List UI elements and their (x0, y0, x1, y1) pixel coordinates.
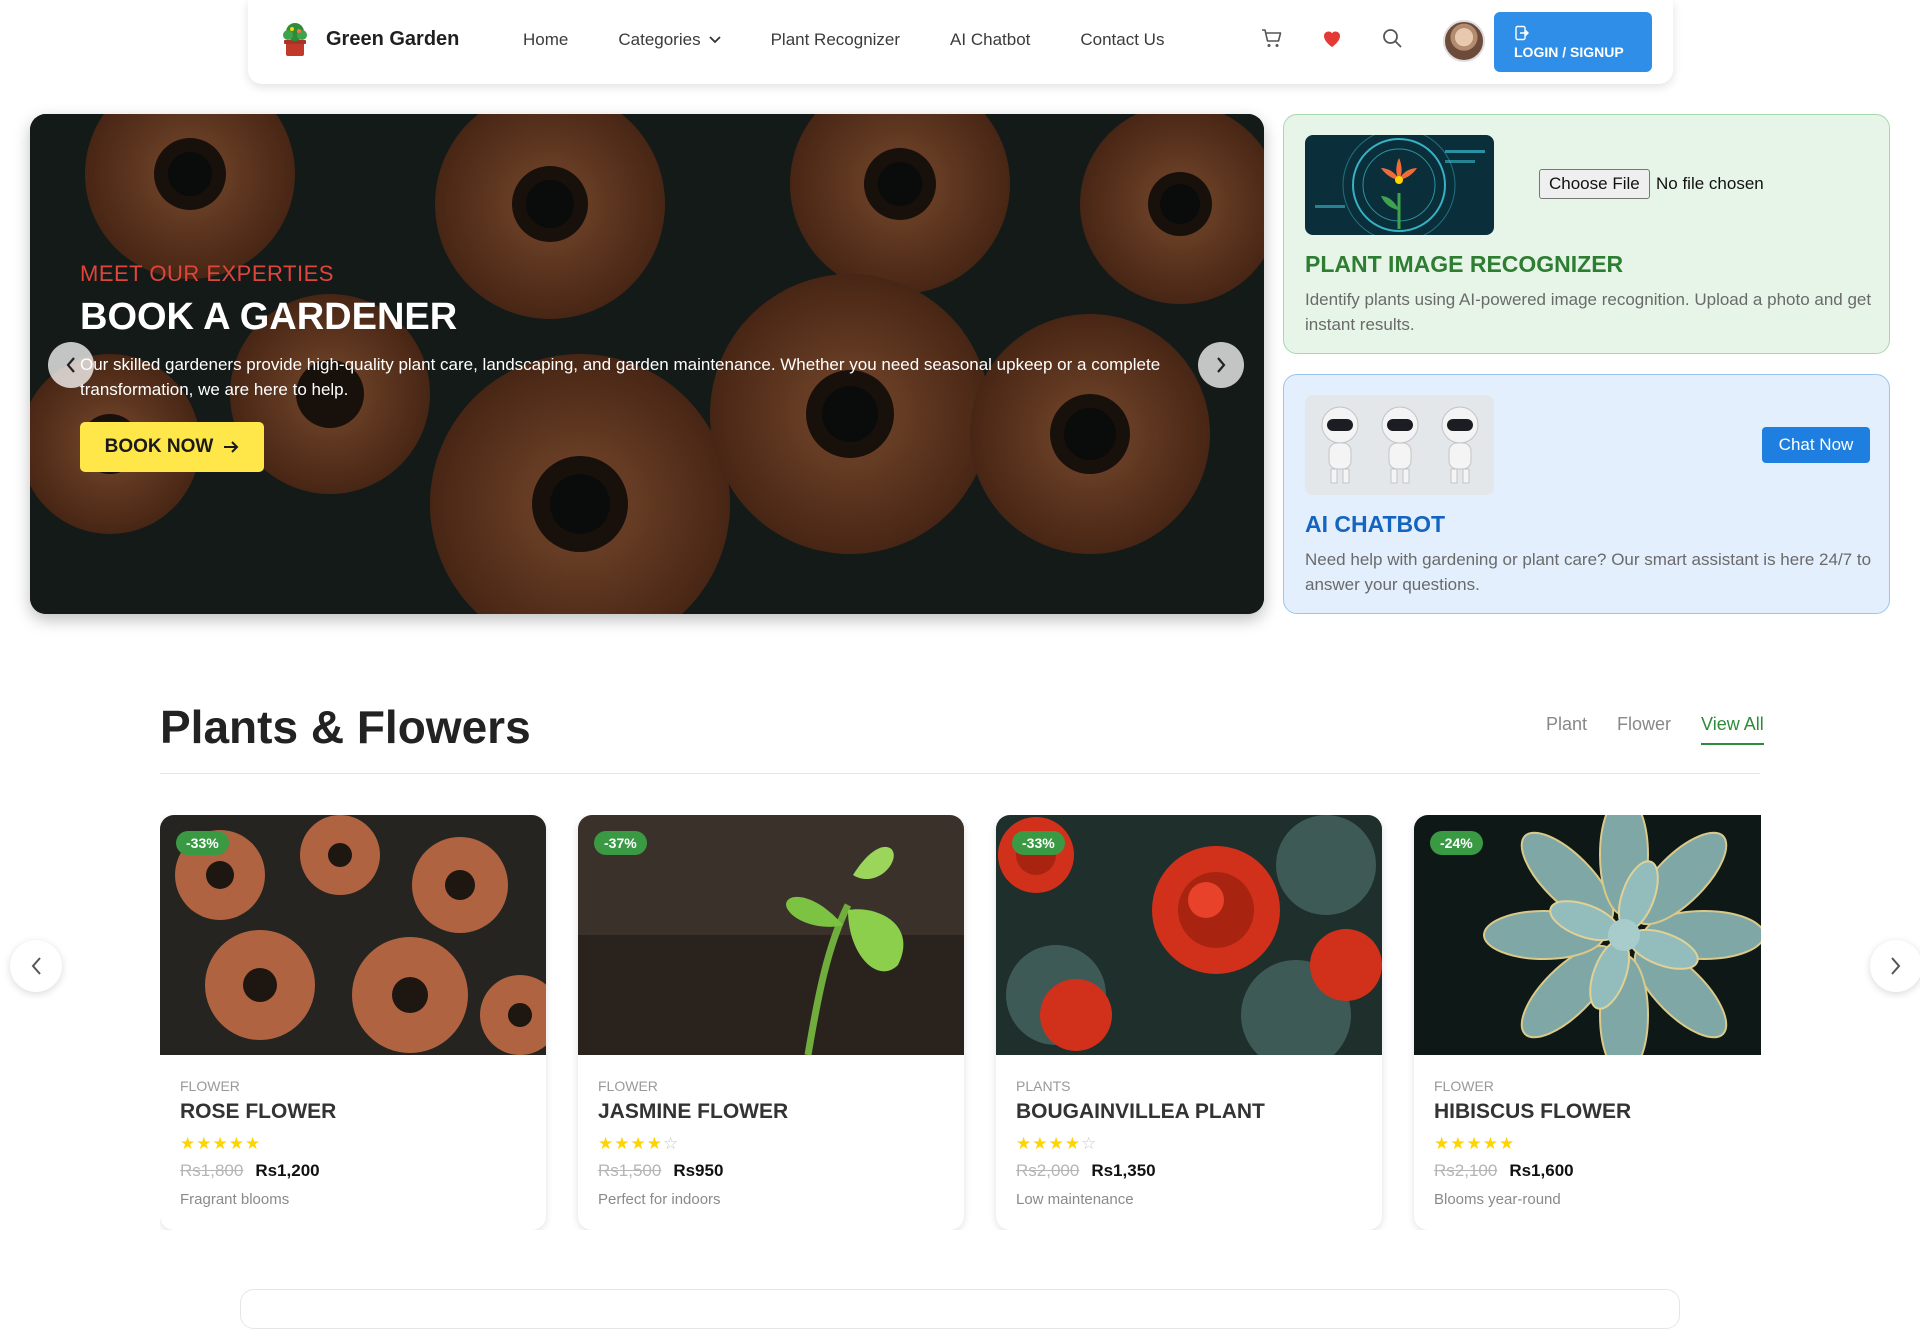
chevron-down-icon (708, 36, 721, 44)
product-price: Rs1,800 Rs1,200 (180, 1161, 320, 1181)
brand-logo-icon (278, 20, 312, 58)
plant-recognizer-image (1305, 135, 1494, 235)
hero-prev-button[interactable] (48, 342, 94, 388)
product-new-price: Rs1,600 (1509, 1161, 1574, 1180)
discount-badge: -37% (594, 831, 647, 855)
hero-title: BOOK A GARDENER (80, 296, 458, 338)
product-rating: ★★★★★ (1434, 1134, 1516, 1153)
filter-plant[interactable]: Plant (1546, 714, 1587, 745)
top-navbar: Green Garden Home Categories Plant Recog… (248, 0, 1673, 84)
product-name: BOUGAINVILLEA PLANT (1016, 1100, 1265, 1123)
brand[interactable]: Green Garden (278, 20, 459, 58)
chevron-right-icon (1217, 357, 1226, 373)
ai-chatbot-card: Chat Now AI CHATBOT Need help with garde… (1283, 374, 1890, 614)
chat-now-button[interactable]: Chat Now (1762, 427, 1870, 463)
product-new-price: Rs1,350 (1091, 1161, 1156, 1180)
cart-icon[interactable] (1260, 26, 1284, 50)
product-old-price: Rs1,800 (180, 1161, 244, 1180)
product-category: FLOWER (1434, 1078, 1494, 1094)
login-signup-button[interactable]: LOGIN / SIGNUP (1494, 12, 1652, 72)
section-title: Plants & Flowers (160, 701, 531, 753)
category-filters: Plant Flower View All (1546, 714, 1764, 745)
product-category: FLOWER (180, 1078, 240, 1094)
discount-badge: -33% (176, 831, 229, 855)
search-icon[interactable] (1380, 26, 1404, 50)
product-rating: ★★★★★ (180, 1134, 262, 1153)
filter-flower[interactable]: Flower (1617, 714, 1671, 745)
product-card[interactable]: -33% PLANTS BOUGAINVILLEA PLANT ★★★★☆ Rs… (996, 815, 1382, 1230)
product-card[interactable]: -37% FLOWER JASMINE FLOWER ★★★★☆ Rs1,500… (578, 815, 964, 1230)
nav-link-home[interactable]: Home (523, 30, 568, 50)
hero-tagline: MEET OUR EXPERTIES (80, 261, 334, 286)
next-section-card (240, 1289, 1680, 1329)
product-new-price: Rs1,200 (255, 1161, 320, 1180)
nav-links: Home Categories Plant Recognizer AI Chat… (523, 30, 1214, 50)
nav-icons (1260, 26, 1404, 50)
product-rating: ★★★★☆ (1016, 1134, 1098, 1153)
plant-recognizer-card: Choose File No file chosen PLANT IMAGE R… (1283, 114, 1890, 354)
discount-badge: -33% (1012, 831, 1065, 855)
ai-chatbot-title: AI CHATBOT (1305, 511, 1446, 537)
user-avatar[interactable] (1443, 20, 1485, 62)
brand-name: Green Garden (326, 27, 460, 50)
product-carousel: -33% FLOWER ROSE FLOWER ★★★★★ Rs1,800 Rs… (160, 815, 1761, 1230)
product-description: Low maintenance (1016, 1191, 1134, 1208)
nav-link-plant-recognizer[interactable]: Plant Recognizer (771, 30, 900, 50)
carousel-next-button[interactable] (1870, 940, 1920, 992)
carousel-prev-button[interactable] (10, 940, 62, 992)
ai-chatbot-description: Need help with gardening or plant care? … (1305, 550, 1872, 594)
file-status-text: No file chosen (1656, 174, 1764, 193)
product-price: Rs2,000 Rs1,350 (1016, 1161, 1156, 1181)
section-divider (160, 773, 1760, 774)
login-icon (1515, 25, 1529, 40)
product-price: Rs1,500 Rs950 (598, 1161, 723, 1181)
product-name: ROSE FLOWER (180, 1100, 337, 1123)
plant-recognizer-title: PLANT IMAGE RECOGNIZER (1305, 251, 1624, 277)
product-category: FLOWER (598, 1078, 658, 1094)
hero-next-button[interactable] (1198, 342, 1244, 388)
heart-icon[interactable] (1320, 26, 1344, 50)
book-now-label: BOOK NOW (104, 436, 214, 457)
chevron-right-icon (1891, 957, 1901, 975)
product-description: Perfect for indoors (598, 1191, 721, 1208)
product-card[interactable]: -33% FLOWER ROSE FLOWER ★★★★★ Rs1,800 Rs… (160, 815, 546, 1230)
product-old-price: Rs2,100 (1434, 1161, 1498, 1180)
product-name: HIBISCUS FLOWER (1434, 1100, 1632, 1123)
login-signup-label: LOGIN / SIGNUP (1514, 43, 1624, 60)
product-category: PLANTS (1016, 1078, 1071, 1094)
product-new-price: Rs950 (673, 1161, 724, 1180)
chevron-left-icon (66, 357, 75, 373)
product-old-price: Rs1,500 (598, 1161, 662, 1180)
nav-link-contact[interactable]: Contact Us (1080, 30, 1164, 50)
product-name: JASMINE FLOWER (598, 1100, 789, 1123)
filter-view-all[interactable]: View All (1701, 714, 1764, 745)
product-price: Rs2,100 Rs1,600 (1434, 1161, 1574, 1181)
chevron-left-icon (31, 957, 41, 975)
choose-file-button[interactable]: Choose File (1539, 169, 1650, 199)
product-description: Fragrant blooms (180, 1191, 290, 1208)
hero-banner: MEET OUR EXPERTIES BOOK A GARDENER Our s… (30, 114, 1264, 614)
plant-recognizer-description: Identify plants using AI-powered image r… (1305, 290, 1872, 334)
product-description: Blooms year-round (1434, 1191, 1561, 1208)
product-card[interactable]: -24% FLOWER HIBISCUS FLOWER ★★★★★ Rs2,10… (1414, 815, 1761, 1230)
hero-description: Our skilled gardeners provide high-quali… (80, 355, 1161, 399)
product-rating: ★★★★☆ (598, 1134, 680, 1153)
arrow-right-icon (224, 441, 239, 453)
ai-chatbot-image (1305, 395, 1494, 495)
product-old-price: Rs2,000 (1016, 1161, 1080, 1180)
nav-link-ai-chatbot[interactable]: AI Chatbot (950, 30, 1030, 50)
discount-badge: -24% (1430, 831, 1483, 855)
nav-link-categories[interactable]: Categories (618, 30, 721, 50)
nav-link-categories-label: Categories (618, 30, 701, 49)
book-now-button[interactable]: BOOK NOW (80, 422, 264, 472)
